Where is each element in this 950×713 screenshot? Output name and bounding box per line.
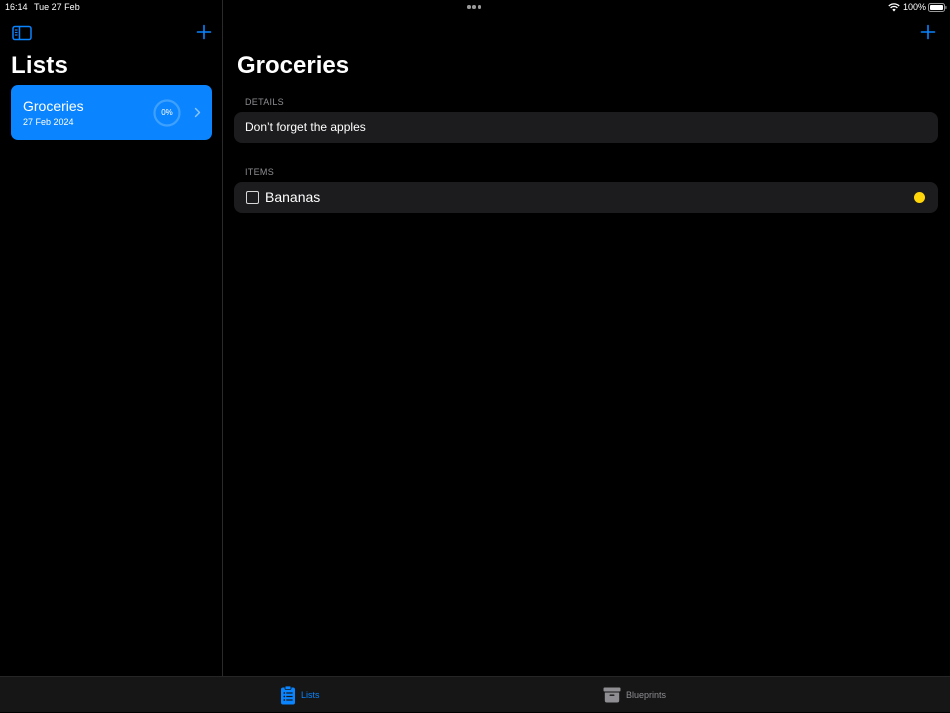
status-time: 16:14 [5, 2, 28, 12]
page-title: Groceries [237, 52, 350, 79]
tab-blueprints-label: Blueprints [626, 690, 667, 700]
battery-icon [928, 3, 947, 12]
list-item-groceries[interactable]: Groceries 27 Feb 2024 0% [11, 85, 212, 140]
details-text: Don’t forget the apples [245, 120, 366, 134]
tab-lists-label: Lists [301, 690, 320, 700]
add-list-button[interactable] [196, 24, 212, 40]
progress-percentage: 0% [161, 108, 173, 117]
archive-box-icon [603, 687, 621, 703]
battery-percentage: 100% [903, 2, 927, 12]
item-row[interactable]: Bananas [234, 182, 938, 213]
add-item-button[interactable] [920, 24, 936, 40]
details-field[interactable]: Don’t forget the apples [234, 112, 938, 143]
checkbox[interactable] [246, 191, 259, 204]
clipboard-list-icon [281, 685, 295, 705]
items-section-header: ITEMS [245, 167, 275, 177]
tab-blueprints[interactable]: Blueprints [603, 677, 683, 713]
list-item-date: 27 Feb 2024 [23, 117, 74, 127]
tab-bar: Lists Blueprints [0, 676, 950, 712]
wifi-icon [888, 3, 900, 12]
multitasking-dots-icon[interactable] [467, 5, 483, 9]
status-date: Tue 27 Feb [34, 2, 80, 12]
chevron-right-icon [194, 107, 201, 118]
sidebar-toggle-icon[interactable] [12, 25, 32, 41]
item-label: Bananas [265, 189, 321, 205]
priority-dot [914, 192, 925, 203]
detail-pane: Groceries DETAILS Don’t forget the apple… [223, 14, 950, 676]
details-section-header: DETAILS [245, 97, 284, 107]
sidebar-title: Lists [11, 52, 69, 79]
status-bar: 16:14 Tue 27 Feb 100% [0, 0, 950, 14]
list-item-name: Groceries [23, 98, 84, 114]
tab-lists[interactable]: Lists [280, 677, 340, 713]
sidebar: Lists Groceries 27 Feb 2024 0% [0, 14, 222, 676]
